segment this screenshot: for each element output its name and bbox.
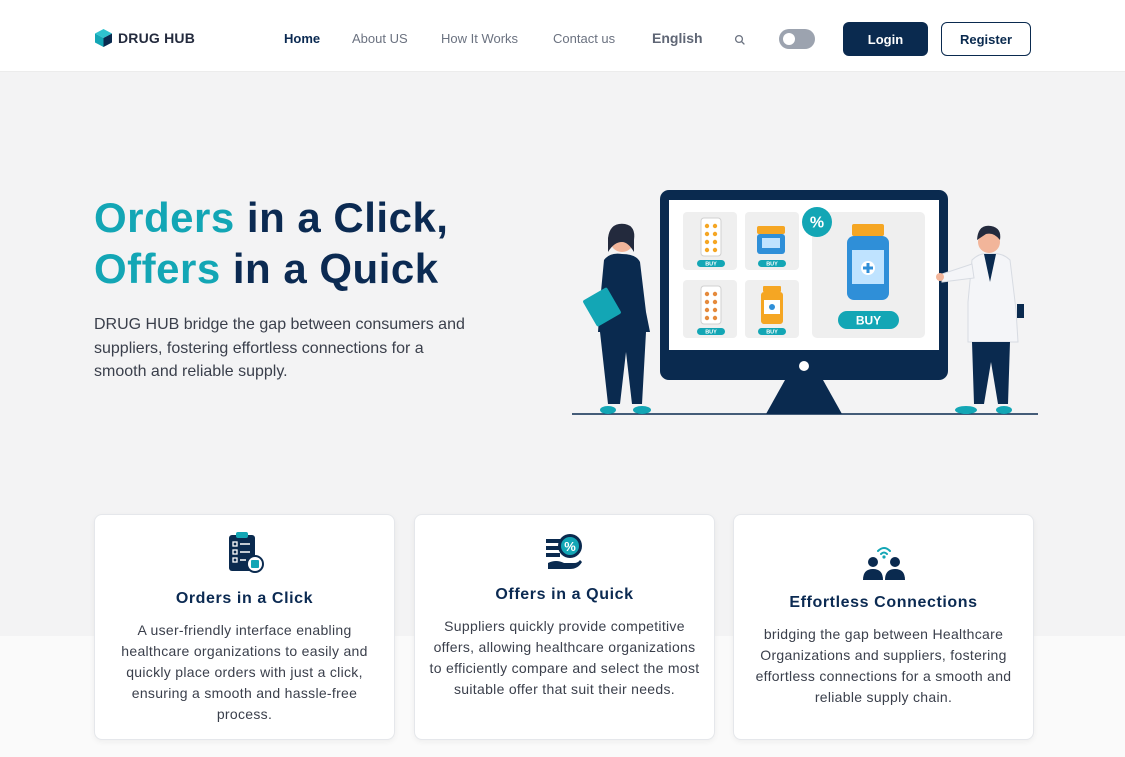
hero-title-rest-2: in a Quick xyxy=(220,245,439,292)
brand-name: DRUG HUB xyxy=(118,30,196,46)
clipboard-checklist-icon xyxy=(228,532,264,573)
register-button[interactable]: Register xyxy=(941,22,1031,56)
cube-icon xyxy=(95,29,112,47)
card-text: Suppliers quickly provide competitive of… xyxy=(429,618,700,697)
connected-people-icon xyxy=(862,547,905,580)
hero-title: Orders in a Click, Offers in a Quick xyxy=(94,192,448,294)
svg-text:%: % xyxy=(810,215,824,232)
svg-text:%: % xyxy=(564,539,576,554)
discount-offer-icon: % xyxy=(545,534,582,569)
svg-text:BUY: BUY xyxy=(705,262,717,268)
brand-logo[interactable]: DRUG HUB xyxy=(95,29,195,47)
svg-text:BUY: BUY xyxy=(766,262,778,268)
feature-card-orders: Orders in a Click A user-friendly interf… xyxy=(94,514,395,740)
hero-title-rest-1: in a Click, xyxy=(234,194,449,241)
search-icon[interactable] xyxy=(733,33,747,47)
nav-home[interactable]: Home xyxy=(284,31,320,46)
hero-description: DRUG HUB bridge the gap between consumer… xyxy=(94,316,465,380)
feature-card-connections: Effortless Connections bridging the gap … xyxy=(733,514,1034,740)
card-text: A user-friendly interface enabling healt… xyxy=(121,622,368,722)
hero-title-accent-1: Orders xyxy=(94,194,235,241)
nav-how-it-works[interactable]: How It Works xyxy=(441,31,518,46)
card-text: bridging the gap between Healthcare Orga… xyxy=(755,626,1012,705)
nav-about-us[interactable]: About US xyxy=(352,31,408,46)
pharmacy-marketplace-illustration: BUY BUY BUY BUY BUY % xyxy=(572,190,1038,415)
hero-title-accent-2: Offers xyxy=(94,245,221,292)
card-title: Offers in a Quick xyxy=(495,586,634,603)
toggle-knob xyxy=(783,33,795,45)
feature-card-offers: % Offers in a Quick Suppliers quickly pr… xyxy=(414,514,715,740)
card-title: Orders in a Click xyxy=(175,590,314,607)
nav-contact-us[interactable]: Contact us xyxy=(553,31,615,46)
language-selector[interactable]: English xyxy=(652,30,703,46)
theme-toggle[interactable] xyxy=(779,29,815,49)
card-title: Effortless Connections xyxy=(789,594,978,611)
top-navbar: DRUG HUB Home About US How It Works Cont… xyxy=(0,0,1125,72)
svg-text:BUY: BUY xyxy=(766,330,778,336)
svg-text:BUY: BUY xyxy=(856,314,881,328)
svg-text:BUY: BUY xyxy=(705,330,717,336)
login-button[interactable]: Login xyxy=(843,22,928,56)
